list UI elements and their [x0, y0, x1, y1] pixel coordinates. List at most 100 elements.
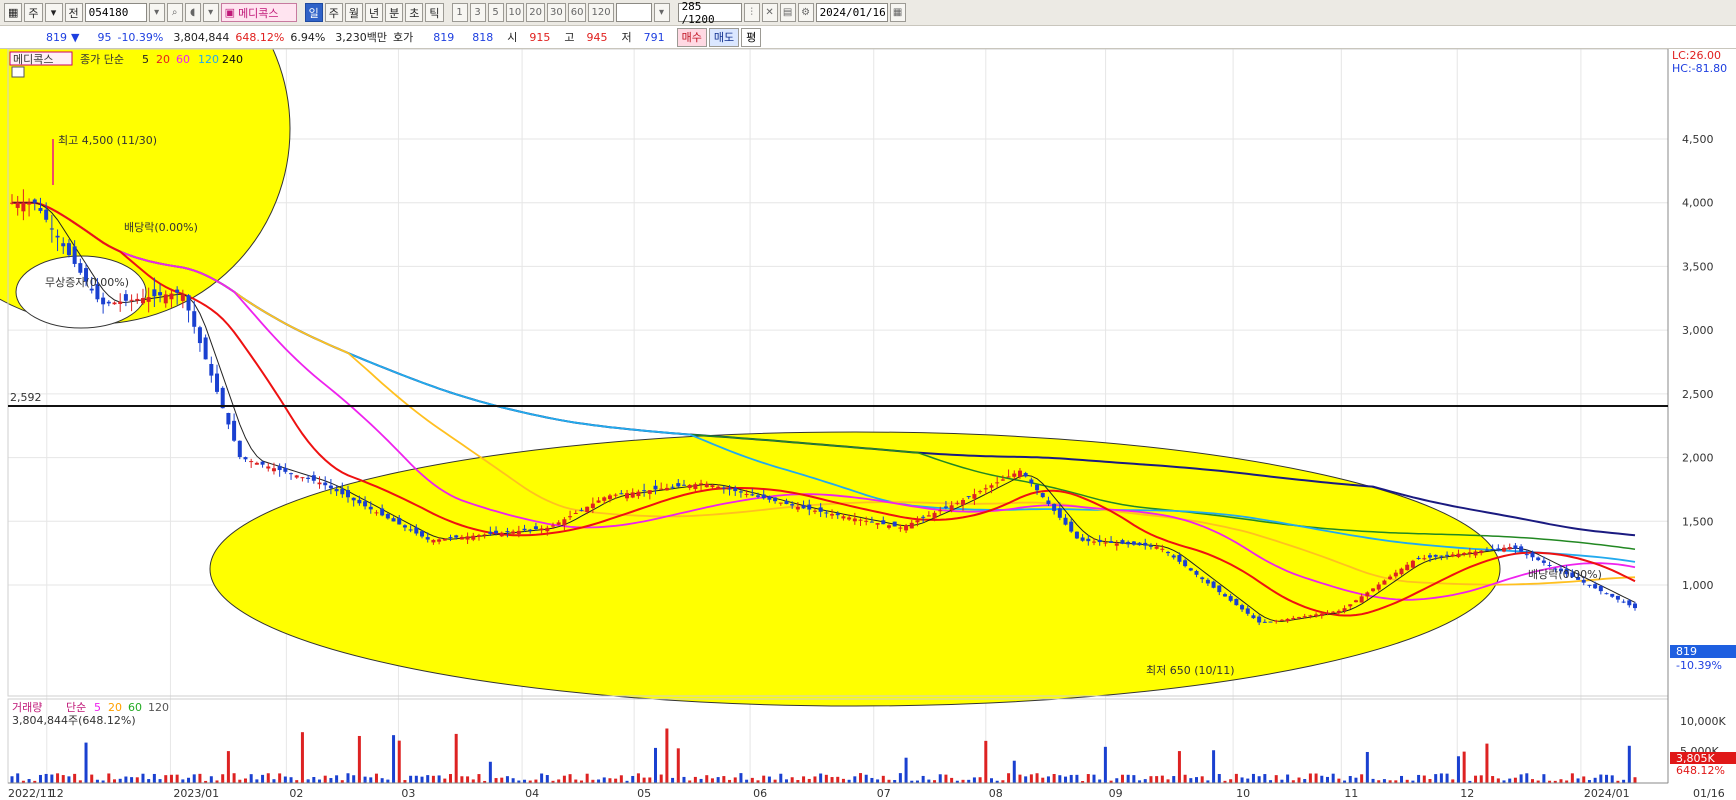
tab-tick[interactable]: 틱 — [425, 3, 444, 22]
volume-bar — [1456, 756, 1460, 783]
interval-dropdown-icon[interactable]: ▾ — [653, 3, 670, 22]
interval-20[interactable]: 20 — [526, 3, 545, 22]
candle-body — [289, 473, 294, 475]
legend-ma20: 20 — [156, 53, 170, 66]
calendar-icon[interactable]: ▦ — [889, 3, 906, 22]
candle-body — [402, 525, 407, 528]
chart-type-icon[interactable]: ⫶ — [743, 3, 760, 22]
date-input[interactable]: 2024/01/16 — [815, 3, 888, 22]
candle-body — [163, 294, 168, 304]
interval-5[interactable]: 5 — [487, 3, 504, 22]
tab-second[interactable]: 초 — [405, 3, 424, 22]
candle-body — [186, 295, 191, 311]
interval-120[interactable]: 120 — [588, 3, 614, 22]
volume-bar — [420, 776, 424, 783]
volume-bar — [881, 775, 885, 783]
interval-1[interactable]: 1 — [451, 3, 468, 22]
volume-bar — [585, 773, 589, 783]
candle-body — [1479, 550, 1484, 554]
volume-bar — [864, 774, 868, 783]
buy-button[interactable]: 매수 — [676, 27, 707, 47]
volume-bar — [1633, 777, 1637, 783]
interval-3[interactable]: 3 — [469, 3, 486, 22]
volume-bar — [1064, 776, 1068, 783]
tab-year[interactable]: 년 — [365, 3, 384, 22]
speaker-dropdown-icon[interactable]: ▾ — [202, 3, 219, 22]
candle-body — [1023, 473, 1028, 477]
volume-bar — [557, 779, 561, 783]
candle-body — [1240, 605, 1245, 610]
eval-button[interactable]: 평 — [741, 27, 762, 47]
volume-bar — [1098, 779, 1102, 783]
save-icon[interactable]: ▤ — [779, 3, 796, 22]
interval-30[interactable]: 30 — [547, 3, 566, 22]
candle-body — [1308, 615, 1313, 617]
candle-body — [431, 539, 436, 543]
tab-day[interactable]: 일 — [304, 3, 323, 22]
candle-body — [129, 299, 134, 301]
interval-10[interactable]: 10 — [505, 3, 525, 22]
stock-code-input[interactable]: 054180 — [84, 3, 147, 22]
all-button[interactable]: 전 — [64, 3, 83, 22]
crosshair-icon[interactable]: ✕ — [761, 3, 778, 22]
table-icon[interactable] — [11, 66, 25, 78]
candle-body — [1279, 619, 1284, 621]
candle-body — [869, 521, 874, 523]
price-tick-label: 1,000 — [1682, 579, 1714, 592]
volume-bar — [318, 779, 322, 783]
candle-body — [146, 297, 151, 302]
volume-bar — [1354, 777, 1358, 783]
tab-month[interactable]: 월 — [344, 3, 364, 22]
tab-week[interactable]: 주 — [324, 3, 343, 22]
volume-bar — [1120, 774, 1124, 783]
volume-bar — [1462, 751, 1466, 783]
gear-icon[interactable]: ⚙ — [797, 3, 814, 22]
candle-body — [790, 504, 795, 506]
volume-bar — [164, 775, 168, 783]
candle-body — [192, 311, 197, 327]
volume-bar — [278, 773, 282, 783]
speaker-icon[interactable]: ◖ — [184, 3, 201, 22]
volume-bar — [819, 773, 823, 783]
dropdown-arrow-icon[interactable]: ▾ — [44, 3, 63, 22]
volume-bar — [1086, 774, 1090, 783]
candle-body — [1633, 603, 1637, 609]
volume-bar — [61, 775, 65, 783]
sell-button[interactable]: 매도 — [708, 27, 740, 47]
trade-amount: 3,230백만 — [335, 31, 388, 44]
candle-body — [1000, 479, 1005, 481]
volume-bar — [1212, 750, 1216, 783]
interval-60[interactable]: 60 — [567, 3, 587, 22]
custom-interval-input[interactable] — [615, 3, 652, 22]
code-dropdown-icon[interactable]: ▾ — [148, 3, 165, 22]
window-icon[interactable]: ▦ — [4, 3, 23, 22]
week-select-button[interactable]: 주 — [24, 3, 43, 22]
volume-bar — [978, 777, 982, 783]
candle-body — [761, 494, 766, 499]
candle-body — [733, 488, 738, 492]
candle-body — [197, 327, 202, 344]
candle-body — [1057, 508, 1062, 518]
volume-bar — [1126, 774, 1130, 783]
x-tick-label: 2023/01 — [173, 787, 219, 800]
candle-body — [1017, 470, 1022, 477]
tab-minute[interactable]: 분 — [385, 3, 404, 22]
candle-body — [1598, 586, 1603, 592]
stock-name-field[interactable]: ▣ 메디콕스 — [220, 3, 297, 22]
candle-body — [1131, 541, 1136, 545]
candle-body — [437, 539, 442, 542]
candle-body — [1336, 610, 1341, 614]
volume-bar — [876, 779, 880, 783]
volume-bar — [1200, 776, 1204, 783]
candle-body — [630, 492, 635, 498]
count-display[interactable]: 285 /1200 — [677, 0, 742, 26]
high-label: 고 — [564, 31, 575, 44]
volume-bar — [266, 773, 270, 783]
candle-body — [414, 527, 419, 534]
volume-bar — [431, 775, 435, 783]
volume-bar — [192, 774, 196, 783]
candle-body — [1234, 598, 1239, 606]
chart-area[interactable]: 2,592 4,500 4,000 3,500 3,000 2,500 2,000 1,50… — [0, 49, 1736, 800]
search-icon[interactable]: ⌕ — [166, 3, 183, 22]
volume-bar — [300, 732, 304, 783]
